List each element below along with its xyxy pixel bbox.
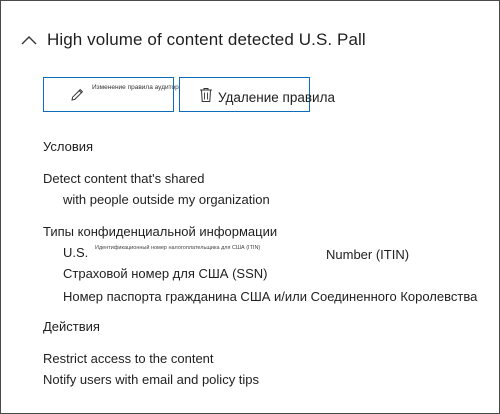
condition-detect-line1: Detect content that's shared	[43, 171, 205, 186]
delete-rule-button[interactable]: Удаление правила	[179, 77, 335, 112]
sit-passport: Номер паспорта гражданина США и/или Соед…	[63, 289, 478, 304]
action-notify: Notify users with email and policy tips	[43, 372, 260, 387]
sit-itin-localized: Идентификационный номер налогоплательщик…	[95, 245, 261, 251]
condition-detect-line2: with people outside my organization	[63, 192, 270, 207]
sit-itin-prefix: U.S.	[63, 245, 89, 260]
sit-ssn: Страховой номер для США (SSN)	[63, 266, 268, 281]
actions-heading: Действия	[43, 319, 100, 334]
sensitive-info-heading: Типы конфиденциальной информации	[43, 224, 278, 239]
edit-rule-label: Изменение правила аудитории	[92, 84, 187, 91]
rule-header[interactable]: High volume of content detected U.S. Pal…	[19, 27, 366, 53]
trash-icon	[200, 88, 212, 102]
rule-panel: High volume of content detected U.S. Pal…	[0, 0, 500, 414]
action-restrict: Restrict access to the content	[43, 351, 214, 366]
chevron-up-icon[interactable]	[19, 30, 39, 50]
pencil-icon	[71, 88, 84, 101]
sit-itin-suffix: Number (ITIN)	[326, 247, 410, 262]
edit-rule-button[interactable]: Изменение правила аудитории	[43, 77, 186, 112]
conditions-heading: Условия	[43, 139, 94, 154]
delete-rule-label: Удаление правила	[218, 90, 335, 105]
rule-title: High volume of content detected U.S. Pal…	[47, 30, 366, 49]
